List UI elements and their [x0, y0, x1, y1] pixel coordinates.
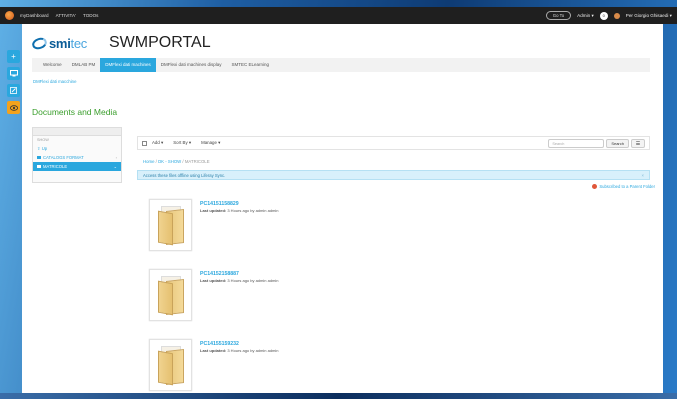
entry-info: PC14155159232 Last updated: 3 Hours ago …: [200, 341, 278, 391]
site-header: smitec SWMPORTAL: [30, 34, 211, 52]
crumb-home[interactable]: Home: [143, 159, 154, 164]
display-style-icon[interactable]: ☰: [631, 138, 645, 148]
folder-icon: [37, 156, 41, 160]
dockbar-mydashboard[interactable]: myDashboard: [20, 13, 49, 18]
toolbar-right: Search Search ☰: [548, 138, 645, 148]
toggle-controls-icon[interactable]: [7, 101, 20, 114]
entry-meta: Last updated: 3 Hours ago by admin admin: [200, 208, 279, 213]
nav-tab-welcome[interactable]: Welcome: [38, 58, 67, 72]
smitec-logo[interactable]: smitec: [30, 35, 87, 51]
nav-tab-dmflexi-display[interactable]: DMFlexi dati machines display: [156, 58, 227, 72]
dockbar-attivita[interactable]: ATTIVITA': [56, 13, 76, 18]
site-title: SWMPORTAL: [108, 34, 211, 51]
left-control-strip: +: [7, 50, 21, 114]
admin-menu[interactable]: Admin ▾: [577, 13, 594, 19]
subscription-status[interactable]: Subscribed to a Parent Folder: [592, 184, 655, 189]
entry-info: PC14151158829 Last updated: 3 Hours ago …: [200, 201, 278, 251]
folder-icon: [157, 346, 184, 386]
chevron-down-icon[interactable]: ⌄: [114, 164, 117, 169]
alert-text[interactable]: Access these files offline using Liferay…: [143, 173, 225, 178]
add-icon[interactable]: +: [7, 50, 20, 63]
folder-icon: [37, 165, 41, 169]
edit-icon[interactable]: [7, 84, 20, 97]
liferay-logo-icon[interactable]: [5, 11, 14, 20]
user-avatar: [613, 12, 620, 19]
tree-item-label: CATALOGS FORMAT: [43, 155, 84, 160]
dockbar: myDashboard ATTIVITA' TODOs Go To Admin …: [0, 7, 677, 24]
notifications-badge[interactable]: 0: [599, 11, 608, 20]
folder-entry[interactable]: PC14152158887 Last updated: 3 Hours ago …: [149, 269, 278, 321]
entry-title[interactable]: PC14155159232: [200, 341, 278, 347]
portal-page: smitec SWMPORTAL Welcome DMLAB PM DMFlex…: [22, 24, 663, 393]
preview-icon[interactable]: [7, 67, 20, 80]
entry-info: PC14152158887 Last updated: 3 Hours ago …: [200, 271, 278, 321]
dockbar-todos[interactable]: TODOs: [83, 13, 98, 18]
folder-thumbnail[interactable]: [149, 269, 192, 321]
crumb-dk-show[interactable]: DK - SHOW: [158, 159, 181, 164]
folder-icon: [157, 206, 184, 246]
desktop-bottom-bar: [0, 393, 677, 399]
select-all-checkbox[interactable]: [142, 140, 147, 146]
tree-item-label: MATRICOLE: [43, 164, 68, 169]
nav-tab-dmlab-pm[interactable]: DMLAB PM: [67, 58, 101, 72]
portlet-title: Documents and Media: [32, 107, 118, 117]
nav-tab-dmflexi-dati-machines[interactable]: DMFlexi dati machines: [100, 58, 156, 72]
nav-tab-smtec-elearning[interactable]: SMTEC ELearning: [227, 58, 275, 72]
subscribe-icon: [592, 184, 598, 189]
chevron-right-icon[interactable]: ›: [116, 155, 117, 160]
dockbar-right: Go To Admin ▾ 0 Per Giorgio Ghisaedi ▾: [545, 11, 672, 20]
tree-item-label: Up: [41, 146, 48, 151]
crumb-current: MATRICOLE: [184, 159, 210, 164]
tree-item-matricole[interactable]: MATRICOLE ⌄: [33, 162, 121, 171]
tree-item-catalogs-format[interactable]: CATALOGS FORMAT ›: [33, 153, 121, 162]
goto-button[interactable]: Go To: [545, 11, 572, 20]
folder-breadcrumb: Home / DK - SHOW / MATRICOLE: [143, 159, 210, 164]
close-icon[interactable]: ×: [642, 171, 644, 180]
folder-thumbnail[interactable]: [149, 339, 192, 391]
entry-meta: Last updated: 3 Hours ago by admin admin: [200, 278, 279, 283]
tree-item-up[interactable]: ⇧ Up: [33, 144, 121, 153]
main-navigation: Welcome DMLAB PM DMFlexi dati machines D…: [32, 58, 650, 72]
tree-heading: SHOW: [37, 138, 49, 142]
user-menu[interactable]: Per Giorgio Ghisaedi ▾: [626, 13, 672, 19]
folder-icon: [157, 276, 184, 316]
brand-name: smitec: [49, 35, 87, 51]
folder-entry[interactable]: PC14151158829 Last updated: 3 Hours ago …: [149, 199, 278, 251]
up-arrow-icon: ⇧: [37, 146, 41, 151]
sort-by-button[interactable]: Sort By ▾: [173, 140, 191, 146]
add-menu-button[interactable]: Add ▾: [152, 140, 163, 146]
entry-title[interactable]: PC14151158829: [200, 201, 278, 207]
folder-tree: SHOW ⇧ Up CATALOGS FORMAT › MATRICOLE ⌄: [32, 127, 122, 183]
documents-toolbar: Add ▾ Sort By ▾ Manage ▾ Search Search ☰: [137, 136, 650, 150]
folder-entry[interactable]: PC14155159232 Last updated: 3 Hours ago …: [149, 339, 278, 391]
tree-search-bar[interactable]: [33, 128, 121, 136]
subscription-label: Subscribed to a Parent Folder: [599, 184, 655, 189]
entry-title[interactable]: PC14152158887: [200, 271, 278, 277]
breadcrumb[interactable]: DMFlexi dati macchine: [33, 79, 76, 84]
sync-info-alert: Access these files offline using Liferay…: [137, 170, 650, 180]
search-input[interactable]: Search: [548, 138, 605, 148]
entry-meta: Last updated: 3 Hours ago by admin admin: [200, 348, 279, 353]
manage-menu-button[interactable]: Manage ▾: [201, 140, 220, 146]
smitec-logo-icon: [30, 35, 49, 51]
search-button[interactable]: Search: [606, 138, 629, 148]
folder-thumbnail[interactable]: [149, 199, 192, 251]
